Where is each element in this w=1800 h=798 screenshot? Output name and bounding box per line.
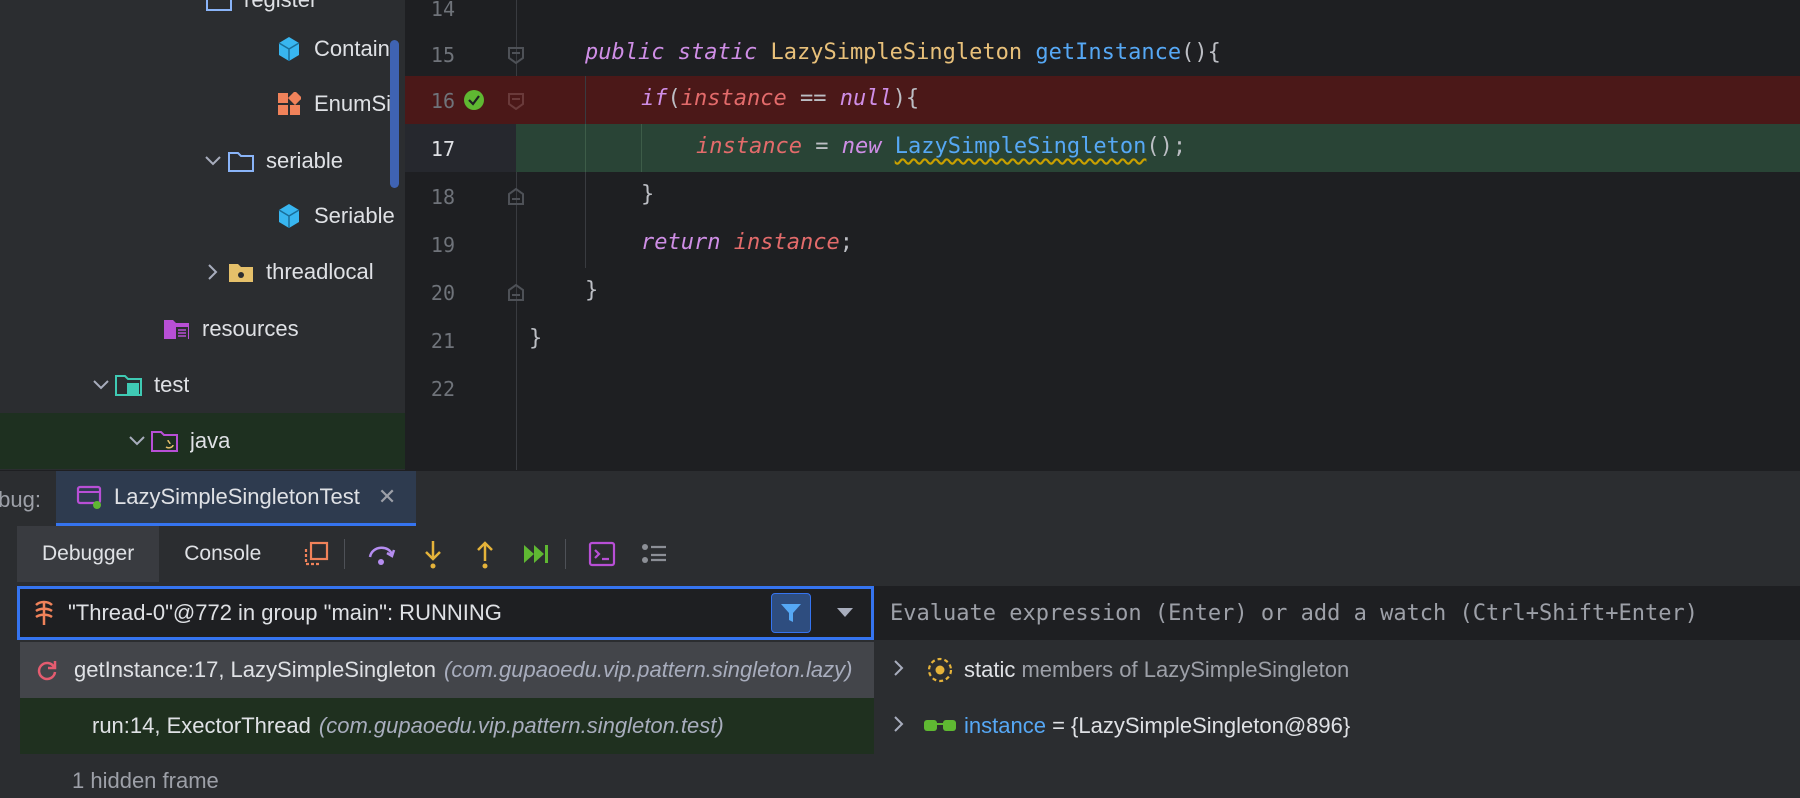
project-tree[interactable]: register ContainerSingleton EnumSingleto…: [0, 0, 405, 470]
stack-frame[interactable]: run:14, ExectorThread (com.gupaoedu.vip.…: [20, 698, 874, 754]
line-number: 20: [430, 281, 455, 305]
tree-item-enum-singleton[interactable]: EnumSingleton: [0, 76, 405, 132]
tree-item-resources[interactable]: resources: [0, 301, 405, 357]
fold-icon[interactable]: [507, 46, 525, 64]
tree-item-test[interactable]: test: [0, 357, 405, 413]
close-icon[interactable]: ✕: [378, 484, 396, 510]
code-line-18[interactable]: 18 }: [405, 172, 1800, 220]
code-editor[interactable]: 14 15 public static LazySimpleSingleton …: [405, 0, 1800, 470]
step-into-icon[interactable]: [411, 532, 455, 576]
chevron-right-icon[interactable]: [894, 659, 920, 682]
line-number: 15: [430, 43, 455, 67]
chevron-down-icon[interactable]: [825, 608, 865, 618]
chevron-right-icon[interactable]: [894, 715, 920, 738]
code-line-17[interactable]: 17 instance = new LazySimpleSingleton();: [405, 124, 1800, 172]
code-text: }: [529, 326, 543, 351]
code-text: if(instance == null){: [641, 86, 920, 111]
line-number: 14: [430, 0, 455, 21]
step-out-icon[interactable]: [463, 532, 507, 576]
debug-toolbar: Debugger Console: [17, 526, 1800, 582]
line-number: 18: [430, 185, 455, 209]
folder-icon: [204, 0, 234, 13]
debug-label: Debug:: [0, 487, 41, 512]
code-text: instance = new LazySimpleSingleton();: [696, 134, 1187, 159]
watch-glasses-icon: [920, 716, 960, 736]
variable-instance[interactable]: instance = {LazySimpleSingleton@896}: [874, 698, 1800, 754]
variable-static-members[interactable]: static members of LazySimpleSingleton: [874, 642, 1800, 698]
resources-folder-icon: [162, 316, 192, 342]
evaluate-expression-icon[interactable]: [580, 532, 624, 576]
debug-tool-window: Debug: LazySimpleSingletonTest ✕ Debugge…: [0, 470, 1800, 798]
filter-icon[interactable]: [771, 593, 811, 633]
code-line-21[interactable]: 21 }: [405, 316, 1800, 364]
step-over-icon[interactable]: [359, 532, 403, 576]
folder-icon: [226, 148, 256, 174]
current-frame-icon: [36, 659, 68, 681]
code-text: return instance;: [641, 230, 853, 255]
code-line-19[interactable]: 19 return instance;: [405, 220, 1800, 268]
evaluate-expression-input[interactable]: Evaluate expression (Enter) or add a wat…: [874, 586, 1800, 640]
tree-scrollbar[interactable]: [390, 40, 399, 188]
folder-icon: [226, 259, 256, 285]
code-line-14[interactable]: 14: [405, 0, 1800, 32]
run-config-tab[interactable]: LazySimpleSingletonTest ✕: [56, 471, 417, 527]
thread-name: "Thread-0"@772 in group "main": RUNNING: [68, 600, 502, 625]
tree-item-seriable[interactable]: seriable: [0, 133, 405, 189]
chevron-down-icon[interactable]: [88, 380, 114, 390]
class-icon: [274, 203, 304, 229]
enum-icon: [274, 91, 304, 117]
test-run-icon: [76, 485, 102, 509]
chevron-right-icon[interactable]: [200, 264, 226, 280]
code-text: }: [641, 182, 655, 207]
breakpoint-verified-icon[interactable]: [463, 89, 485, 111]
fold-end-icon[interactable]: [507, 188, 525, 206]
line-number-current: 17: [430, 137, 455, 161]
tree-item-java[interactable]: java: [0, 413, 405, 469]
tab-debugger[interactable]: Debugger: [17, 526, 160, 582]
line-number: 19: [430, 233, 455, 257]
debug-tab-bar: Debug: LazySimpleSingletonTest ✕: [0, 470, 1800, 527]
fold-end-icon[interactable]: [507, 284, 525, 302]
line-number: 22: [430, 377, 455, 401]
code-line-22[interactable]: 22: [405, 364, 1800, 412]
code-line-15[interactable]: 15 public static LazySimpleSingleton get…: [405, 30, 1800, 78]
code-text: public static LazySimpleSingleton getIns…: [585, 40, 1221, 65]
tree-item-seriable-singleton[interactable]: SeriableSingleton: [0, 188, 405, 244]
class-icon: [274, 36, 304, 62]
fold-icon[interactable]: [507, 92, 525, 110]
test-folder-icon: [114, 372, 144, 398]
chevron-down-icon[interactable]: [200, 156, 226, 166]
tree-item-container-singleton[interactable]: ContainerSingleton: [0, 21, 405, 77]
static-members-icon: [920, 656, 960, 684]
settings-list-icon[interactable]: [632, 532, 676, 576]
restore-layout-icon[interactable]: [294, 532, 338, 576]
hidden-frames-link[interactable]: 1 hidden frame: [72, 768, 219, 794]
code-text: }: [585, 278, 599, 303]
tab-console[interactable]: Console: [159, 526, 286, 582]
chevron-down-icon[interactable]: [124, 436, 150, 446]
line-number: 21: [430, 329, 455, 353]
tree-item-threadlocal[interactable]: threadlocal: [0, 244, 405, 300]
stack-frame[interactable]: getInstance:17, LazySimpleSingleton (com…: [20, 642, 874, 698]
code-line-16[interactable]: 16 if(instance == null){: [405, 76, 1800, 124]
code-line-20[interactable]: 20 }: [405, 268, 1800, 316]
java-source-folder-icon: [150, 428, 180, 454]
thread-icon: [30, 599, 58, 627]
thread-selector[interactable]: "Thread-0"@772 in group "main": RUNNING: [17, 586, 874, 640]
run-to-cursor-icon[interactable]: [515, 532, 559, 576]
line-number: 16: [430, 89, 455, 113]
